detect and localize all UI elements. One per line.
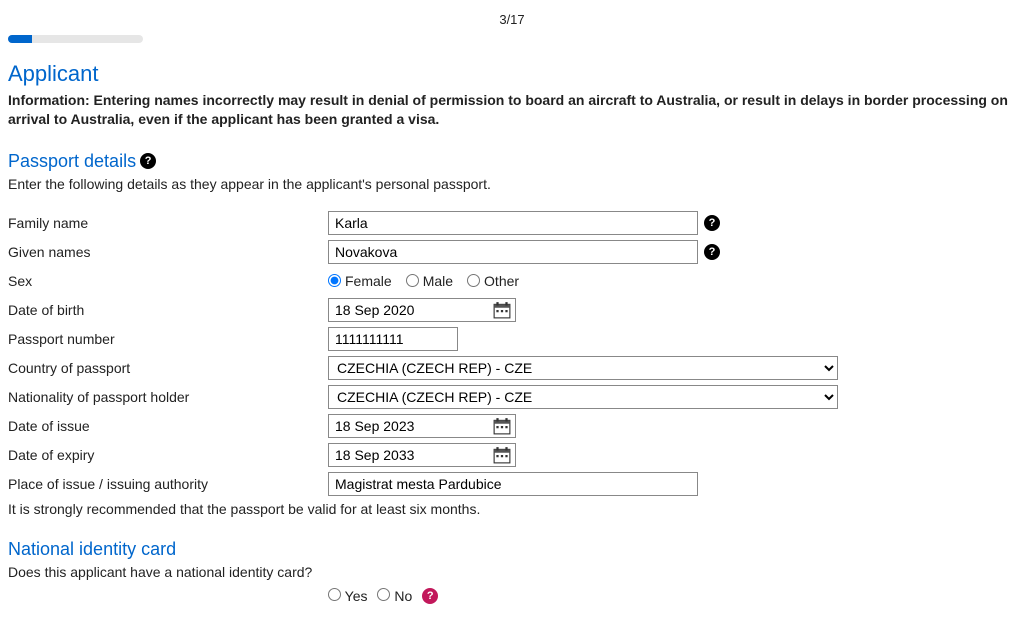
- radio-male[interactable]: [406, 274, 419, 287]
- help-icon[interactable]: ?: [422, 588, 438, 604]
- label-dob: Date of birth: [8, 302, 328, 318]
- help-icon[interactable]: ?: [704, 215, 720, 231]
- row-country: Country of passport CZECHIA (CZECH REP) …: [8, 355, 1016, 381]
- expiry-date-input[interactable]: [329, 444, 489, 466]
- nic-no-option[interactable]: No: [377, 588, 412, 604]
- radio-other[interactable]: [467, 274, 480, 287]
- passport-recommend: It is strongly recommended that the pass…: [8, 501, 1016, 517]
- progress-fill: [8, 35, 32, 43]
- radio-nic-yes[interactable]: [328, 588, 341, 601]
- place-input[interactable]: [328, 472, 698, 496]
- applicant-info: Information: Entering names incorrectly …: [8, 91, 1016, 129]
- info-prefix: Information:: [8, 92, 94, 108]
- sex-option-other[interactable]: Other: [467, 273, 519, 289]
- help-icon[interactable]: ?: [140, 153, 156, 169]
- nic-heading-text: National identity card: [8, 539, 176, 560]
- row-passport-number: Passport number: [8, 326, 1016, 352]
- info-body: Entering names incorrectly may result in…: [8, 92, 1008, 127]
- page-counter: 3/17: [8, 8, 1016, 35]
- sex-option-male[interactable]: Male: [406, 273, 453, 289]
- sex-radio-group: Female Male Other: [328, 273, 519, 289]
- label-issue: Date of issue: [8, 418, 328, 434]
- radio-nic-no[interactable]: [377, 588, 390, 601]
- label-place: Place of issue / issuing authority: [8, 476, 328, 492]
- label-passport-number: Passport number: [8, 331, 328, 347]
- passport-heading: Passport details ?: [8, 151, 1016, 172]
- nationality-select[interactable]: CZECHIA (CZECH REP) - CZE: [328, 385, 838, 409]
- family-name-input[interactable]: [328, 211, 698, 235]
- help-icon[interactable]: ?: [704, 244, 720, 260]
- passport-number-input[interactable]: [328, 327, 458, 351]
- row-place: Place of issue / issuing authority: [8, 471, 1016, 497]
- nic-yesno-row: Yes No ?: [328, 588, 1016, 604]
- country-select[interactable]: CZECHIA (CZECH REP) - CZE: [328, 356, 838, 380]
- issue-date-input[interactable]: [329, 415, 489, 437]
- label-nationality: Nationality of passport holder: [8, 389, 328, 405]
- row-dob: Date of birth: [8, 297, 1016, 323]
- passport-intro: Enter the following details as they appe…: [8, 176, 1016, 192]
- nic-yes-option[interactable]: Yes: [328, 588, 367, 604]
- label-expiry: Date of expiry: [8, 447, 328, 463]
- dob-input[interactable]: [329, 299, 489, 321]
- label-country: Country of passport: [8, 360, 328, 376]
- calendar-icon[interactable]: [493, 301, 511, 319]
- row-issue: Date of issue: [8, 413, 1016, 439]
- sex-option-female[interactable]: Female: [328, 273, 392, 289]
- label-family-name: Family name: [8, 215, 328, 231]
- row-expiry: Date of expiry: [8, 442, 1016, 468]
- passport-heading-text: Passport details: [8, 151, 136, 172]
- given-names-input[interactable]: [328, 240, 698, 264]
- applicant-heading: Applicant: [8, 61, 1016, 87]
- nic-question: Does this applicant have a national iden…: [8, 564, 1016, 580]
- label-given-names: Given names: [8, 244, 328, 260]
- row-sex: Sex Female Male Other: [8, 268, 1016, 294]
- nic-heading: National identity card: [8, 539, 1016, 560]
- progress-bar: [8, 35, 143, 43]
- row-given-names: Given names ?: [8, 239, 1016, 265]
- label-sex: Sex: [8, 273, 328, 289]
- row-family-name: Family name ?: [8, 210, 1016, 236]
- calendar-icon[interactable]: [493, 417, 511, 435]
- calendar-icon[interactable]: [493, 446, 511, 464]
- row-nationality: Nationality of passport holder CZECHIA (…: [8, 384, 1016, 410]
- radio-female[interactable]: [328, 274, 341, 287]
